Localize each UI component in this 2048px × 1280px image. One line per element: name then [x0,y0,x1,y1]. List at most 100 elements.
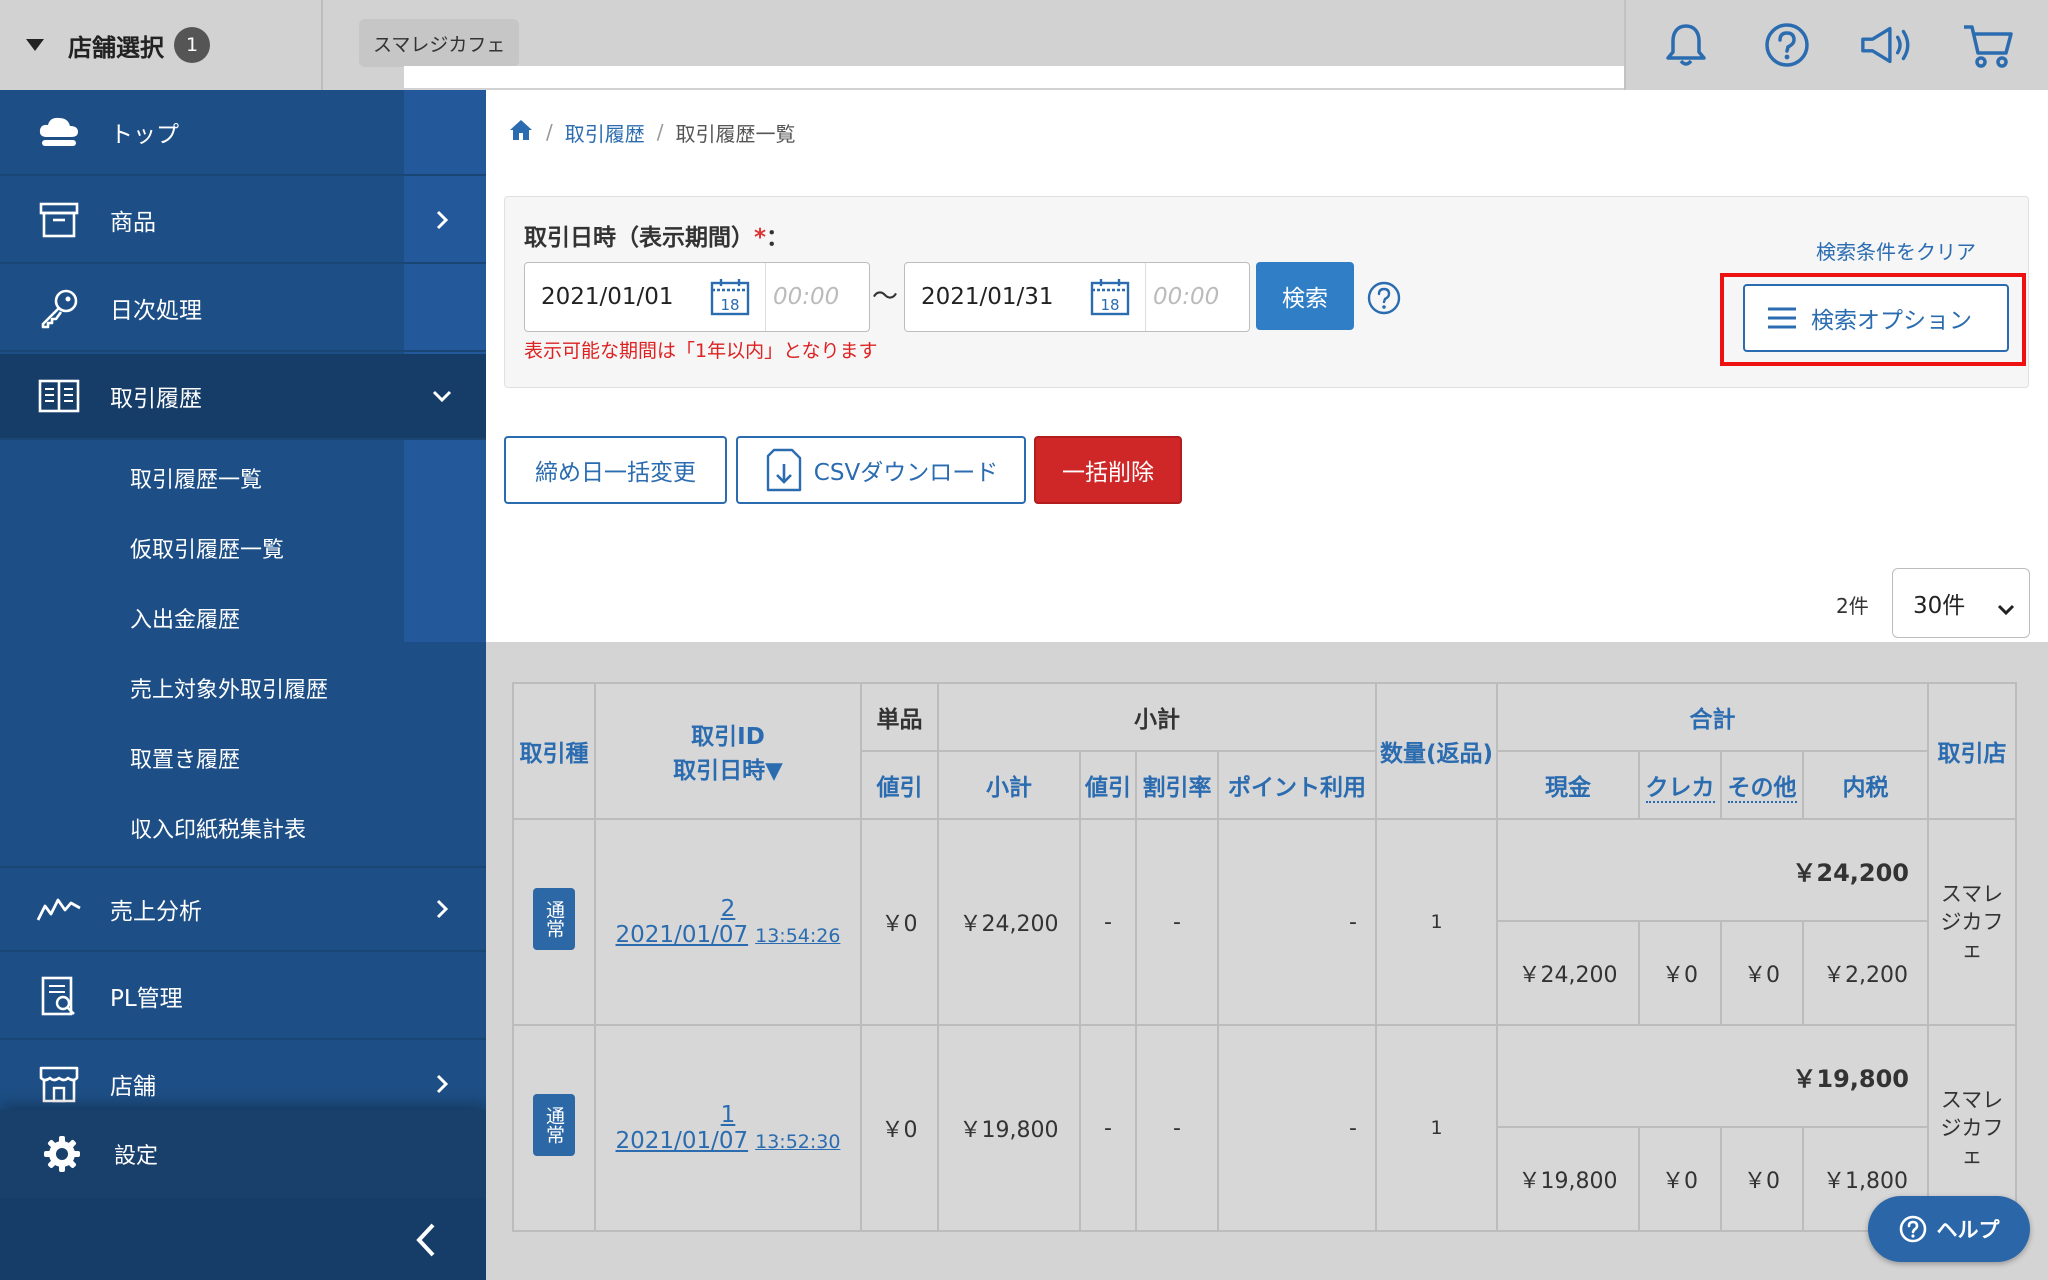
book-icon [36,373,82,419]
sidebar-item-settings[interactable]: 設定 [0,1110,486,1198]
report-icon [36,973,82,1019]
megaphone-icon[interactable] [1859,17,1915,73]
store-count-badge: 1 [174,27,210,63]
col-item: 単品 [860,682,939,752]
item-discount-cell: ￥0 [860,1024,939,1232]
gear-icon [40,1132,84,1176]
end-date-field[interactable]: 2021/01/31 18 00:00 [904,262,1250,332]
calendar-icon[interactable]: 18 [1089,277,1131,317]
sidebar-subitem-layaway[interactable]: 取置き履歴 [130,742,240,774]
sidebar-subitem-non-sales[interactable]: 売上対象外取引履歴 [130,672,328,704]
chevron-right-icon [430,897,454,921]
sidebar-collapse-button[interactable] [0,1198,486,1280]
range-tilde: 〜 [872,282,899,312]
sidebar-item-daily[interactable]: 日次処理 [0,266,486,352]
type-cell: 通常 [512,818,596,1026]
col-quantity[interactable]: 数量(返品) [1375,682,1498,820]
start-date-field[interactable]: 2021/01/01 18 00:00 [524,262,870,332]
col-credit-label: クレカ [1645,775,1715,803]
chevron-left-icon [408,1220,444,1260]
col-subtotal[interactable]: 小計 [937,750,1081,820]
col-discount-rate[interactable]: 割引率 [1135,750,1219,820]
col-tax[interactable]: 内税 [1802,750,1929,820]
help-button[interactable]: ヘルプ [1868,1196,2030,1262]
col-cash[interactable]: 現金 [1496,750,1640,820]
sidebar-item-pl[interactable]: PL管理 [0,954,486,1040]
store-selector-label: 店舗選択 [68,33,164,62]
transaction-id-link[interactable]: 1 [721,1102,736,1128]
quantity-cell: 1 [1375,818,1498,1026]
col-subtotal-discount[interactable]: 値引 [1079,750,1137,820]
search-button[interactable]: 検索 [1256,262,1354,330]
breadcrumb: / 取引履歴 / 取引履歴一覧 [508,116,796,148]
help-circle-icon[interactable] [1366,280,1402,316]
sidebar-item-label: 商品 [110,210,156,236]
transaction-date-link[interactable]: 2021/01/07 [616,1128,749,1154]
points-cell: - [1217,1024,1377,1232]
calendar-day-text: 18 [720,296,739,314]
store-cell: スマレジカフェ [1927,818,2017,1026]
bell-icon[interactable] [1658,17,1714,73]
search-title-text: 取引日時（表示期間） [524,225,754,251]
start-time-input[interactable]: 00:00 [773,284,839,310]
col-datetime-label: 取引日時▼ [673,758,783,784]
cloud-icon [36,109,82,155]
box-icon [36,197,82,243]
sidebar-subitem-stamp-tax[interactable]: 収入印紙税集計表 [130,812,306,844]
caret-down-icon [26,39,44,51]
bulk-delete-button[interactable]: 一括削除 [1034,436,1182,504]
col-item-discount[interactable]: 値引 [860,750,939,820]
transaction-date-link[interactable]: 2021/01/07 [616,922,749,948]
calendar-icon[interactable]: 18 [709,277,751,317]
csv-download-button[interactable]: CSVダウンロード [736,436,1026,504]
settings-label: 設定 [114,1144,159,1169]
cart-icon[interactable] [1960,17,2016,73]
sidebar-subitem-provisional-list[interactable]: 仮取引履歴一覧 [130,532,284,564]
sidebar-item-products[interactable]: 商品 [0,178,486,264]
search-options-button[interactable]: 検索オプション [1743,284,2009,352]
sidebar-item-transactions[interactable]: 取引履歴 [0,354,486,440]
required-mark: * [754,225,767,251]
store-selector[interactable]: 店舗選択 1 [0,0,323,90]
cash-cell: ￥19,800 [1496,1126,1640,1232]
chevron-right-icon [430,208,454,232]
file-download-icon [764,447,804,493]
bulk-close-date-button[interactable]: 締め日一括変更 [504,436,727,504]
col-credit[interactable]: クレカ [1638,750,1722,820]
per-page-select[interactable]: 30件 [1892,568,2030,638]
help-circle-icon [1899,1214,1929,1244]
key-icon [36,285,82,331]
transaction-time-link[interactable]: 13:52:30 [755,1131,840,1153]
type-cell: 通常 [512,1024,596,1232]
transaction-id-link[interactable]: 2 [721,896,736,922]
home-icon[interactable] [508,118,534,147]
sidebar-item-top[interactable]: トップ [0,90,486,176]
breadcrumb-link-transactions[interactable]: 取引履歴 [565,118,645,147]
credit-cell: ￥0 [1638,920,1722,1026]
sidebar-item-sales-analysis[interactable]: 売上分析 [0,866,486,952]
quantity-cell: 1 [1375,1024,1498,1232]
clear-search-link[interactable]: 検索条件をクリア [1816,236,1976,265]
type-badge: 通常 [533,1094,575,1156]
col-total-group[interactable]: 合計 [1496,682,1929,752]
transaction-time-link[interactable]: 13:54:26 [755,925,840,947]
col-store[interactable]: 取引店 [1927,682,2017,820]
help-circle-icon[interactable] [1759,17,1815,73]
col-other[interactable]: その他 [1720,750,1804,820]
sidebar-subitem-cash-history[interactable]: 入出金履歴 [130,602,240,634]
start-date-value: 2021/01/01 [541,284,674,310]
col-subtotal-group: 小計 [937,682,1377,752]
sidebar-subitem-transaction-list[interactable]: 取引履歴一覧 [130,462,262,494]
id-datetime-cell: 1 2021/01/07 13:52:30 [594,1024,862,1232]
breadcrumb-separator: / [546,120,553,144]
col-points[interactable]: ポイント利用 [1217,750,1377,820]
store-icon [36,1061,82,1107]
col-id-datetime[interactable]: 取引ID 取引日時▼ [594,682,862,820]
end-time-input[interactable]: 00:00 [1153,284,1219,310]
col-type[interactable]: 取引種 [512,682,596,820]
other-cell: ￥0 [1720,1126,1804,1232]
col-id-label: 取引ID [691,724,765,750]
tax-cell: ￥2,200 [1802,920,1929,1026]
transactions-table: 取引種 取引ID 取引日時▼ 単品 小計 数量(返品) 合計 取引店 値引 小計 … [512,682,2017,1232]
sidebar-item-label: 取引履歴 [110,386,202,412]
